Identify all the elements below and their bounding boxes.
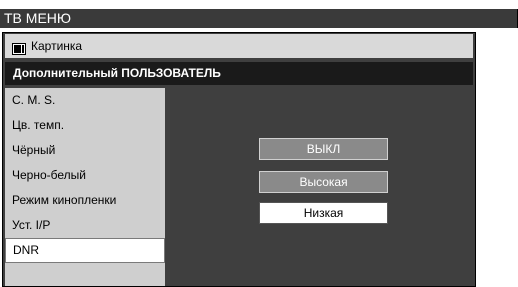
menu-item-black[interactable]: Чёрный bbox=[5, 138, 165, 163]
menu-item-dnr[interactable]: DNR bbox=[5, 238, 165, 263]
picture-menu-row[interactable]: Картинка bbox=[5, 34, 473, 58]
section-header: Дополнительный ПОЛЬЗОВАТЕЛЬ bbox=[5, 62, 473, 85]
menu-item-label: Уст. I/P bbox=[12, 218, 51, 232]
option-off-button[interactable]: ВЫКЛ bbox=[259, 138, 388, 160]
menu-item-label: Режим киноплeнки bbox=[12, 193, 117, 207]
option-label: Высокая bbox=[299, 175, 348, 189]
menu-item-film-mode[interactable]: Режим киноплeнки bbox=[5, 188, 165, 213]
menu-item-label: Черно-белый bbox=[12, 168, 86, 182]
menu-item-ip-setup[interactable]: Уст. I/P bbox=[5, 213, 165, 238]
picture-menu-label: Картинка bbox=[31, 39, 83, 53]
menu-item-label: C. M. S. bbox=[12, 93, 56, 107]
menu-frame: Картинка Дополнительный ПОЛЬЗОВАТЕЛЬ C. … bbox=[2, 32, 476, 287]
menu-item-color-temp[interactable]: Цв. темп. bbox=[5, 113, 165, 138]
menu-title: ТВ МЕНЮ bbox=[4, 10, 72, 26]
option-label: ВЫКЛ bbox=[306, 142, 341, 156]
menu-item-label: Цв. темп. bbox=[12, 118, 65, 132]
menu-item-black-white[interactable]: Черно-белый bbox=[5, 163, 165, 188]
settings-list: C. M. S. Цв. темп. Чёрный Черно-белый Ре… bbox=[5, 88, 165, 286]
option-high-button[interactable]: Высокая bbox=[259, 171, 388, 193]
option-low-button[interactable]: Низкая bbox=[259, 202, 388, 224]
menu-item-label: DNR bbox=[13, 243, 39, 257]
section-header-label: Дополнительный ПОЛЬЗОВАТЕЛЬ bbox=[13, 66, 221, 80]
option-label: Низкая bbox=[303, 206, 344, 220]
menu-item-cms[interactable]: C. M. S. bbox=[5, 88, 165, 113]
menu-title-bar: ТВ МЕНЮ bbox=[0, 9, 518, 28]
picture-icon bbox=[12, 39, 26, 55]
menu-item-label: Чёрный bbox=[12, 143, 56, 157]
